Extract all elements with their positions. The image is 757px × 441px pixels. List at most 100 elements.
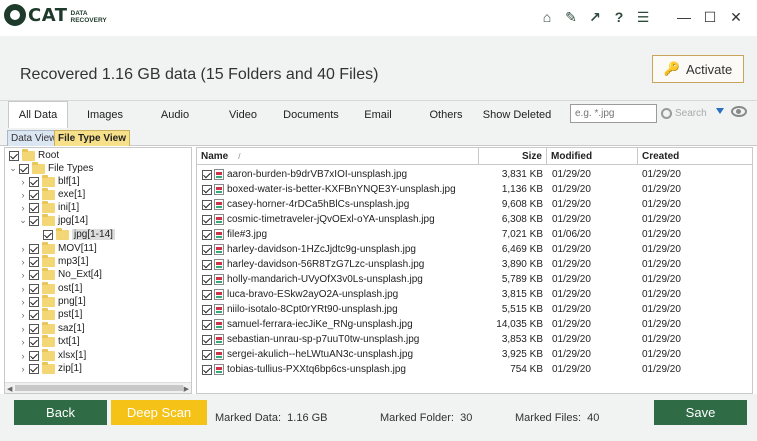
tab-file-type-view[interactable]: File Type View: [54, 130, 130, 146]
tab-images[interactable]: Images: [75, 101, 135, 128]
maximize-icon[interactable]: ☐: [697, 6, 723, 28]
table-row[interactable]: aaron-burden-b9drVB7xIOI-unsplash.jpg 3,8…: [197, 167, 752, 182]
scroll-left-icon[interactable]: ◀: [7, 385, 12, 393]
checkbox[interactable]: [202, 289, 212, 300]
chevron-down-icon[interactable]: ⌄: [19, 215, 27, 226]
chevron-right-icon[interactable]: ›: [19, 244, 27, 254]
chevron-right-icon[interactable]: ›: [19, 177, 27, 187]
table-row[interactable]: casey-horner-4rDCa5hBlCs-unsplash.jpg 9,6…: [197, 197, 752, 212]
tab-video[interactable]: Video: [213, 101, 273, 128]
checkbox[interactable]: [202, 274, 212, 285]
checkbox[interactable]: [202, 199, 212, 210]
checkbox[interactable]: [202, 184, 212, 195]
checkbox[interactable]: [29, 215, 39, 226]
search-input[interactable]: [570, 104, 657, 123]
checkbox[interactable]: [202, 334, 212, 345]
tab-audio[interactable]: Audio: [145, 101, 205, 128]
chevron-right-icon[interactable]: ›: [19, 324, 27, 334]
tree-node[interactable]: ⌄ jpg[14]: [19, 213, 88, 227]
tree-node[interactable]: › blf[1]: [19, 174, 80, 188]
search-button[interactable]: Search: [661, 104, 713, 123]
table-row[interactable]: harley-davidson-1HZcJjdtc9g-unsplash.jpg…: [197, 242, 752, 257]
checkbox[interactable]: [29, 189, 39, 200]
chevron-right-icon[interactable]: ›: [19, 364, 27, 374]
deep-scan-button[interactable]: Deep Scan: [111, 400, 207, 425]
tree-node[interactable]: › png[1]: [19, 294, 86, 308]
checkbox[interactable]: [29, 336, 39, 347]
checkbox[interactable]: [202, 364, 212, 375]
checkbox[interactable]: [202, 304, 212, 315]
scroll-right-icon[interactable]: ▶: [184, 385, 189, 393]
tab-documents[interactable]: Documents: [278, 101, 344, 128]
tree-node[interactable]: › No_Ext[4]: [19, 267, 102, 281]
checkbox[interactable]: [29, 176, 39, 187]
chevron-right-icon[interactable]: ›: [19, 351, 27, 361]
tree-horizontal-scrollbar[interactable]: ◀ ▶: [5, 382, 191, 393]
tab-others[interactable]: Others: [423, 101, 469, 128]
checkbox[interactable]: [29, 309, 39, 320]
tree-node[interactable]: › MOV[11]: [19, 241, 97, 255]
checkbox[interactable]: [29, 323, 39, 334]
chevron-right-icon[interactable]: ›: [19, 190, 27, 200]
checkbox[interactable]: [202, 169, 212, 180]
table-row[interactable]: luca-bravo-ESkw2ayO2A-unsplash.jpg 3,815 …: [197, 287, 752, 302]
chevron-right-icon[interactable]: ›: [19, 337, 27, 347]
share-arrow-icon[interactable]: ↗: [583, 6, 607, 28]
save-button[interactable]: Save: [654, 400, 747, 425]
column-header-size[interactable]: Size: [479, 148, 547, 165]
table-row[interactable]: boxed-water-is-better-KXFBnYNQE3Y-unspla…: [197, 182, 752, 197]
tree-node-root[interactable]: Root: [7, 148, 59, 162]
checkbox[interactable]: [29, 243, 39, 254]
tree-node[interactable]: › xlsx[1]: [19, 348, 86, 362]
column-header-name[interactable]: Name /: [197, 148, 479, 165]
table-row[interactable]: cosmic-timetraveler-jQvOExl-oYA-unsplash…: [197, 212, 752, 227]
home-icon[interactable]: ⌂: [535, 6, 559, 28]
menu-icon[interactable]: ☰: [631, 6, 655, 28]
checkbox[interactable]: [202, 214, 212, 225]
help-icon[interactable]: ?: [607, 6, 631, 28]
table-row[interactable]: file#3.jpg 7,021 KB 01/06/20 01/29/20: [197, 227, 752, 242]
checkbox[interactable]: [202, 319, 212, 330]
checkbox[interactable]: [29, 296, 39, 307]
tab-show-deleted[interactable]: Show Deleted: [482, 101, 552, 128]
checkbox[interactable]: [29, 202, 39, 213]
tree-node[interactable]: › pst[1]: [19, 307, 82, 321]
tools-icon[interactable]: ✎: [559, 6, 583, 28]
tree-node[interactable]: › ost[1]: [19, 281, 82, 295]
tree-node-file-types[interactable]: ⌄ File Types: [9, 161, 93, 175]
checkbox[interactable]: [29, 363, 39, 374]
checkbox[interactable]: [29, 269, 39, 280]
checkbox[interactable]: [202, 349, 212, 360]
chevron-right-icon[interactable]: ›: [19, 310, 27, 320]
table-row[interactable]: tobias-tullius-PXXtq6bp6cs-unsplash.jpg 7…: [197, 362, 752, 377]
minimize-icon[interactable]: —: [671, 6, 697, 28]
checkbox[interactable]: [202, 244, 212, 255]
column-header-created[interactable]: Created: [638, 148, 752, 165]
tree-node[interactable]: › mp3[1]: [19, 254, 89, 268]
checkbox[interactable]: [29, 256, 39, 267]
column-header-modified[interactable]: Modified: [547, 148, 638, 165]
activate-button[interactable]: 🔑 Activate: [652, 55, 744, 83]
checkbox[interactable]: [43, 229, 53, 240]
chevron-right-icon[interactable]: ›: [19, 297, 27, 307]
tree-node[interactable]: › exe[1]: [19, 187, 85, 201]
table-row[interactable]: sergei-akulich--heLWtuAN3c-unsplash.jpg 3…: [197, 347, 752, 362]
checkbox[interactable]: [202, 229, 212, 240]
chevron-right-icon[interactable]: ›: [19, 270, 27, 280]
search-options-dropdown-icon[interactable]: [716, 108, 724, 114]
table-row[interactable]: harley-davidson-56R8TzG7Lzc-unsplash.jpg…: [197, 257, 752, 272]
tree-node-selected[interactable]: jpg[1-14]: [41, 227, 115, 241]
chevron-right-icon[interactable]: ›: [19, 257, 27, 267]
checkbox[interactable]: [202, 259, 212, 270]
table-row[interactable]: holly-mandarich-UVyOfX3v0Ls-unsplash.jpg…: [197, 272, 752, 287]
preview-eye-icon[interactable]: [731, 106, 747, 117]
tree-node[interactable]: › ini[1]: [19, 200, 79, 214]
tab-email[interactable]: Email: [355, 101, 401, 128]
checkbox[interactable]: [29, 350, 39, 361]
checkbox[interactable]: [29, 283, 39, 294]
tree-node[interactable]: › zip[1]: [19, 361, 82, 375]
tab-data-view[interactable]: Data View: [7, 130, 61, 146]
checkbox[interactable]: [9, 150, 19, 161]
chevron-right-icon[interactable]: ›: [19, 284, 27, 294]
close-icon[interactable]: ✕: [723, 6, 749, 28]
